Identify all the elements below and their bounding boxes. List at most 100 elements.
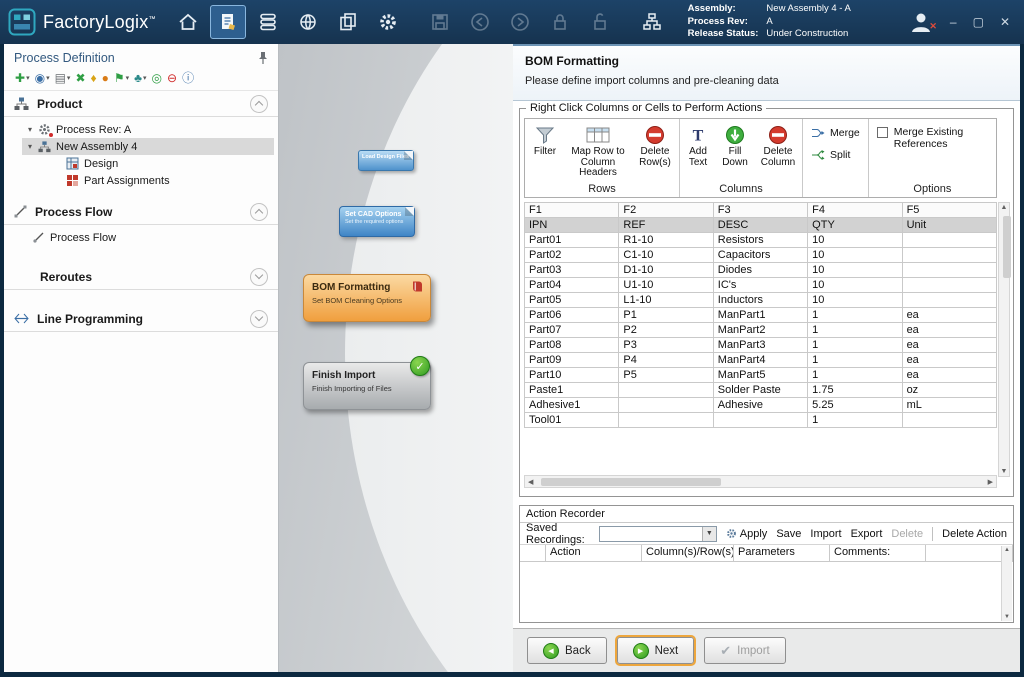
export-recording-button[interactable]: Export — [851, 528, 883, 540]
bom-cell[interactable]: 10 — [808, 248, 902, 263]
close-button[interactable]: ✕ — [1000, 15, 1010, 29]
bom-cell[interactable]: 1 — [808, 413, 902, 428]
bom-cell[interactable]: 10 — [808, 233, 902, 248]
split-button[interactable]: Split — [811, 149, 860, 161]
section-reroutes[interactable]: Reroutes — [4, 264, 278, 290]
workflow-step-load-design-files[interactable]: Load Design Files — [358, 150, 414, 171]
lock-button[interactable] — [542, 5, 578, 39]
scroll-left-icon[interactable]: ◀ — [528, 478, 533, 486]
expand-reroutes-button[interactable] — [250, 268, 268, 286]
combo-arrow-icon[interactable]: ▼ — [702, 527, 716, 541]
save-button[interactable] — [422, 5, 458, 39]
data-stack-button[interactable] — [250, 5, 286, 39]
bom-cell[interactable]: 1.75 — [808, 383, 902, 398]
documents-button[interactable] — [330, 5, 366, 39]
scroll-thumb[interactable] — [541, 478, 721, 486]
bom-cell[interactable]: Part10 — [525, 368, 619, 383]
delete-column-button[interactable]: Delete Column — [754, 119, 802, 168]
bom-cell[interactable] — [902, 278, 996, 293]
tree-item-process-flow[interactable]: Process Flow — [4, 229, 278, 246]
bom-cell[interactable]: Part01 — [525, 233, 619, 248]
bom-column-header[interactable]: F5 — [902, 203, 996, 218]
bom-cell[interactable] — [619, 398, 713, 413]
bom-cell[interactable]: U1-10 — [619, 278, 713, 293]
bom-cell[interactable]: 10 — [808, 293, 902, 308]
delete-recording-button[interactable]: Delete — [891, 528, 923, 540]
remove-icon[interactable]: ⊖ — [167, 72, 177, 84]
home-button[interactable] — [170, 5, 206, 39]
dropdown-arrow-icon[interactable]: ▾ — [26, 74, 30, 82]
bom-cell[interactable]: 1 — [808, 338, 902, 353]
tree-icon[interactable]: ♣ — [134, 72, 142, 84]
bom-cell[interactable]: Part03 — [525, 263, 619, 278]
bom-cell[interactable] — [713, 413, 807, 428]
key-icon[interactable]: ♦ — [91, 72, 97, 84]
tree-item-process-rev[interactable]: ▾ Process Rev: A — [4, 121, 278, 138]
bom-cell[interactable]: R1-10 — [619, 233, 713, 248]
plugin-icon[interactable]: ✖ — [75, 72, 85, 84]
scroll-thumb[interactable] — [1003, 216, 1011, 278]
bom-cell[interactable]: REF — [619, 218, 713, 233]
scroll-right-icon[interactable]: ▶ — [988, 478, 993, 486]
bom-cell[interactable]: D1-10 — [619, 263, 713, 278]
web-sync-button[interactable] — [290, 5, 326, 39]
bom-cell[interactable] — [902, 248, 996, 263]
tree-item-new-assembly[interactable]: ▾ New Assembly 4 — [22, 138, 274, 155]
back-button[interactable] — [462, 5, 498, 39]
bom-cell[interactable]: Inductors — [713, 293, 807, 308]
workflow-step-finish-import[interactable]: Finish Import Finish Importing of Files … — [303, 362, 431, 410]
settings-button[interactable] — [370, 5, 406, 39]
bom-cell[interactable] — [902, 293, 996, 308]
dropdown-arrow-icon[interactable]: ▾ — [143, 74, 147, 82]
bom-cell[interactable]: Part07 — [525, 323, 619, 338]
bom-cell[interactable]: Solder Paste — [713, 383, 807, 398]
bom-cell[interactable]: IC's — [713, 278, 807, 293]
import-recording-button[interactable]: Import — [810, 528, 841, 540]
vertical-scrollbar[interactable]: ▲ ▼ — [998, 202, 1010, 477]
bom-cell[interactable]: Resistors — [713, 233, 807, 248]
bom-cell[interactable]: C1-10 — [619, 248, 713, 263]
bom-cell[interactable] — [902, 413, 996, 428]
save-recording-button[interactable]: Save — [776, 528, 801, 540]
info-icon[interactable]: ⓘ — [182, 72, 194, 84]
bom-cell[interactable]: Adhesive1 — [525, 398, 619, 413]
sync-icon[interactable]: ◎ — [152, 72, 162, 84]
bom-cell[interactable] — [619, 413, 713, 428]
bom-cell[interactable]: Part08 — [525, 338, 619, 353]
bom-cell[interactable]: ManPart2 — [713, 323, 807, 338]
bom-cell[interactable]: Adhesive — [713, 398, 807, 413]
bom-cell[interactable] — [619, 383, 713, 398]
flag-icon[interactable]: ⚑ — [114, 72, 125, 84]
bom-cell[interactable]: ea — [902, 368, 996, 383]
bom-cell[interactable]: ea — [902, 353, 996, 368]
bom-cell[interactable]: P1 — [619, 308, 713, 323]
bom-cell[interactable]: Diodes — [713, 263, 807, 278]
user-account-button[interactable]: ✕ — [908, 10, 934, 34]
bom-column-header[interactable]: F4 — [808, 203, 902, 218]
section-process-flow[interactable]: Process Flow — [4, 199, 278, 225]
bom-cell[interactable] — [902, 233, 996, 248]
bom-cell[interactable]: P2 — [619, 323, 713, 338]
bom-cell[interactable]: Capacitors — [713, 248, 807, 263]
bom-cell[interactable]: 10 — [808, 263, 902, 278]
bom-cell[interactable]: P4 — [619, 353, 713, 368]
expand-line-programming-button[interactable] — [250, 310, 268, 328]
workflow-step-set-cad-options[interactable]: Set CAD Options Set the required options — [339, 206, 415, 237]
bom-cell[interactable]: Part05 — [525, 293, 619, 308]
release-route-button[interactable] — [634, 5, 670, 39]
bom-cell[interactable]: ea — [902, 323, 996, 338]
maximize-button[interactable]: ▢ — [973, 15, 984, 29]
expander-icon[interactable]: ▾ — [28, 125, 38, 134]
section-product[interactable]: Product — [4, 91, 278, 117]
bom-cell[interactable]: Paste1 — [525, 383, 619, 398]
bom-column-header[interactable]: F3 — [713, 203, 807, 218]
bom-cell[interactable]: P3 — [619, 338, 713, 353]
fill-down-button[interactable]: Fill Down — [716, 119, 754, 168]
bom-cell[interactable]: L1-10 — [619, 293, 713, 308]
print-icon[interactable]: ▤ — [55, 72, 66, 84]
bom-cell[interactable]: 10 — [808, 278, 902, 293]
bom-cell[interactable]: 1 — [808, 308, 902, 323]
bom-cell[interactable]: ManPart3 — [713, 338, 807, 353]
map-row-button[interactable]: Map Row to Column Headers — [565, 119, 631, 179]
bom-cell[interactable]: Part02 — [525, 248, 619, 263]
